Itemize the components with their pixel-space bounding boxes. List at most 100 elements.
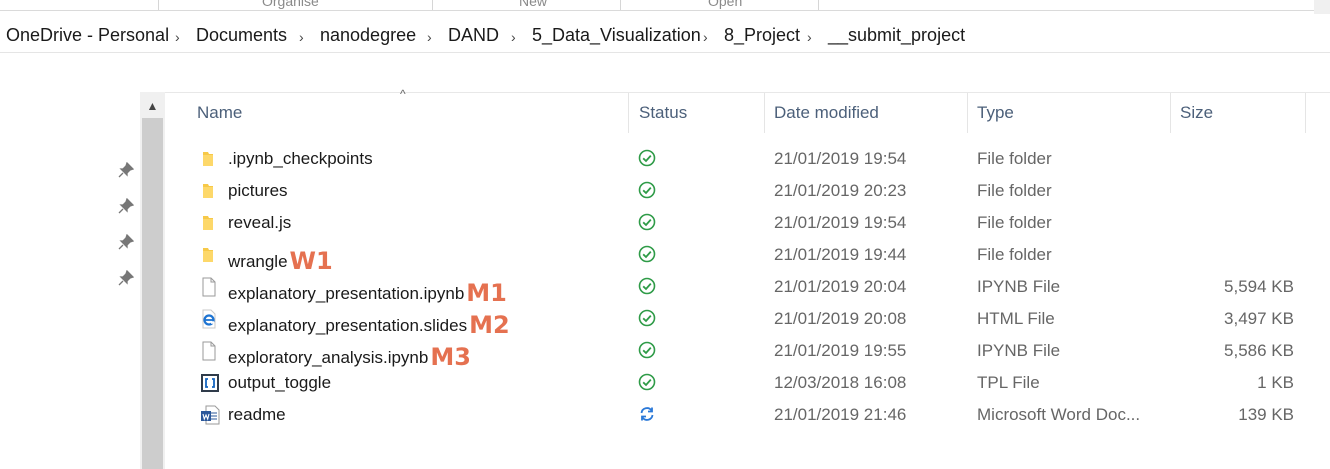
file-name-text[interactable]: output_toggle <box>228 373 331 392</box>
file-row[interactable]: pictures 21/01/2019 20:23 File folder <box>190 175 1310 207</box>
navigation-pane[interactable] <box>0 92 140 469</box>
file-name[interactable]: exploratory_analysis.ipynbM3 <box>228 341 471 371</box>
sync-complete-icon <box>638 309 656 327</box>
breadcrumb-chevron-icon[interactable]: › <box>511 29 516 45</box>
ribbon-scrollbar[interactable] <box>1314 0 1330 14</box>
file-size: 5,586 KB <box>1224 341 1294 360</box>
file-row[interactable]: output_toggle 12/03/2018 16:08 TPL File 1 K… <box>190 367 1310 399</box>
file-date-modified: 21/01/2019 19:54 <box>774 213 907 232</box>
breadcrumb-onedrive[interactable]: OneDrive - Personal <box>6 25 169 46</box>
file-row[interactable]: explanatory_presentation.ipynbM1 21/01/20… <box>190 271 1310 307</box>
folder-icon <box>200 213 218 233</box>
folder-icon <box>200 181 218 201</box>
sort-ascending-icon: ^ <box>400 87 406 101</box>
column-divider[interactable] <box>1305 93 1306 133</box>
folder-icon <box>200 245 218 265</box>
breadcrumb-nanodegree[interactable]: nanodegree <box>320 25 416 46</box>
file-name[interactable]: output_toggle <box>228 373 331 393</box>
breadcrumb-data-visualization[interactable]: 5_Data_Visualization <box>532 25 701 46</box>
bracket-file-icon <box>200 373 219 393</box>
file-type: IPYNB File <box>977 341 1061 360</box>
file-name-text[interactable]: exploratory_analysis.ipynb <box>228 348 428 367</box>
pin-icon[interactable] <box>118 198 134 214</box>
sync-complete-icon <box>638 341 656 359</box>
document-icon <box>200 277 218 297</box>
ribbon-group-new[interactable]: New <box>519 0 547 9</box>
sync-complete-icon <box>638 277 656 295</box>
sync-pending-icon <box>638 405 656 423</box>
scroll-up-icon[interactable]: ▲ <box>144 96 161 116</box>
column-header-size[interactable]: Size <box>1180 103 1213 123</box>
pin-icon[interactable] <box>118 234 134 250</box>
breadcrumb-chevron-icon[interactable]: › <box>299 29 304 45</box>
breadcrumb-dand[interactable]: DAND <box>448 25 499 46</box>
column-divider[interactable] <box>764 93 765 133</box>
column-header-name[interactable]: Name <box>197 103 242 123</box>
pin-icon[interactable] <box>118 162 134 178</box>
column-divider[interactable] <box>628 93 629 133</box>
file-name[interactable]: wrangleW1 <box>228 245 333 275</box>
ribbon-bottom-border <box>0 10 1314 11</box>
file-name-text[interactable]: explanatory_presentation.slides <box>228 316 467 335</box>
file-row[interactable]: exploratory_analysis.ipynbM3 21/01/2019 1… <box>190 335 1310 371</box>
ribbon: Organise New Open <box>0 0 1330 14</box>
scrollbar-thumb[interactable] <box>142 118 163 469</box>
file-name[interactable]: pictures <box>228 181 288 201</box>
file-date-modified: 21/01/2019 19:44 <box>774 245 907 264</box>
file-name-text[interactable]: pictures <box>228 181 288 200</box>
column-divider[interactable] <box>1170 93 1171 133</box>
ribbon-separator <box>158 0 159 10</box>
column-header-date-modified[interactable]: Date modified <box>774 103 879 123</box>
ribbon-group-open[interactable]: Open <box>708 0 742 9</box>
breadcrumb-chevron-icon[interactable]: › <box>703 29 708 45</box>
file-row[interactable]: explanatory_presentation.slidesM2 21/01/2… <box>190 303 1310 339</box>
divider <box>165 92 1330 93</box>
ribbon-separator <box>620 0 621 10</box>
file-type: File folder <box>977 213 1052 232</box>
file-type: HTML File <box>977 309 1055 328</box>
file-size: 5,594 KB <box>1224 277 1294 296</box>
file-date-modified: 21/01/2019 20:08 <box>774 309 907 328</box>
file-size: 3,497 KB <box>1224 309 1294 328</box>
file-name-text[interactable]: .ipynb_checkpoints <box>228 149 373 168</box>
sync-complete-icon <box>638 245 656 263</box>
file-type: TPL File <box>977 373 1040 392</box>
breadcrumb-submit-project[interactable]: __submit_project <box>828 25 965 46</box>
breadcrumb-chevron-icon[interactable]: › <box>175 29 180 45</box>
file-size: 1 KB <box>1257 373 1294 392</box>
pin-icon[interactable] <box>118 270 134 286</box>
document-icon <box>200 341 218 361</box>
file-row[interactable]: reveal.js 21/01/2019 19:54 File folder <box>190 207 1310 239</box>
file-type: File folder <box>977 181 1052 200</box>
breadcrumb-chevron-icon[interactable]: › <box>807 29 812 45</box>
file-name[interactable]: explanatory_presentation.ipynbM1 <box>228 277 507 307</box>
address-bar[interactable]: OneDrive - Personal › Documents › nanode… <box>0 18 1330 53</box>
ribbon-separator <box>432 0 433 10</box>
column-divider[interactable] <box>967 93 968 133</box>
file-name-text[interactable]: explanatory_presentation.ipynb <box>228 284 464 303</box>
ribbon-group-organise[interactable]: Organise <box>262 0 319 9</box>
sync-complete-icon <box>638 181 656 199</box>
column-header-status[interactable]: Status <box>639 103 687 123</box>
file-name[interactable]: explanatory_presentation.slidesM2 <box>228 309 510 339</box>
file-name[interactable]: readme <box>228 405 286 425</box>
column-header-type[interactable]: Type <box>977 103 1014 123</box>
file-row[interactable]: wrangleW1 21/01/2019 19:44 File folder <box>190 239 1310 275</box>
file-name-text[interactable]: reveal.js <box>228 213 291 232</box>
file-date-modified: 21/01/2019 19:55 <box>774 341 907 360</box>
breadcrumb-chevron-icon[interactable]: › <box>427 29 432 45</box>
file-date-modified: 21/01/2019 21:46 <box>774 405 907 424</box>
file-row[interactable]: .ipynb_checkpoints 21/01/2019 19:54 File f… <box>190 143 1310 175</box>
breadcrumb-documents[interactable]: Documents <box>196 25 287 46</box>
file-date-modified: 21/01/2019 20:04 <box>774 277 907 296</box>
file-name[interactable]: .ipynb_checkpoints <box>228 149 373 169</box>
file-type: File folder <box>977 149 1052 168</box>
file-size: 139 KB <box>1238 405 1294 424</box>
breadcrumb-project[interactable]: 8_Project <box>724 25 800 46</box>
file-name[interactable]: reveal.js <box>228 213 291 233</box>
file-name-text[interactable]: wrangle <box>228 252 288 271</box>
word-document-icon <box>200 405 220 425</box>
file-name-text[interactable]: readme <box>228 405 286 424</box>
sync-complete-icon <box>638 149 656 167</box>
file-row[interactable]: readme 21/01/2019 21:46 Microsoft Word Doc… <box>190 399 1310 431</box>
